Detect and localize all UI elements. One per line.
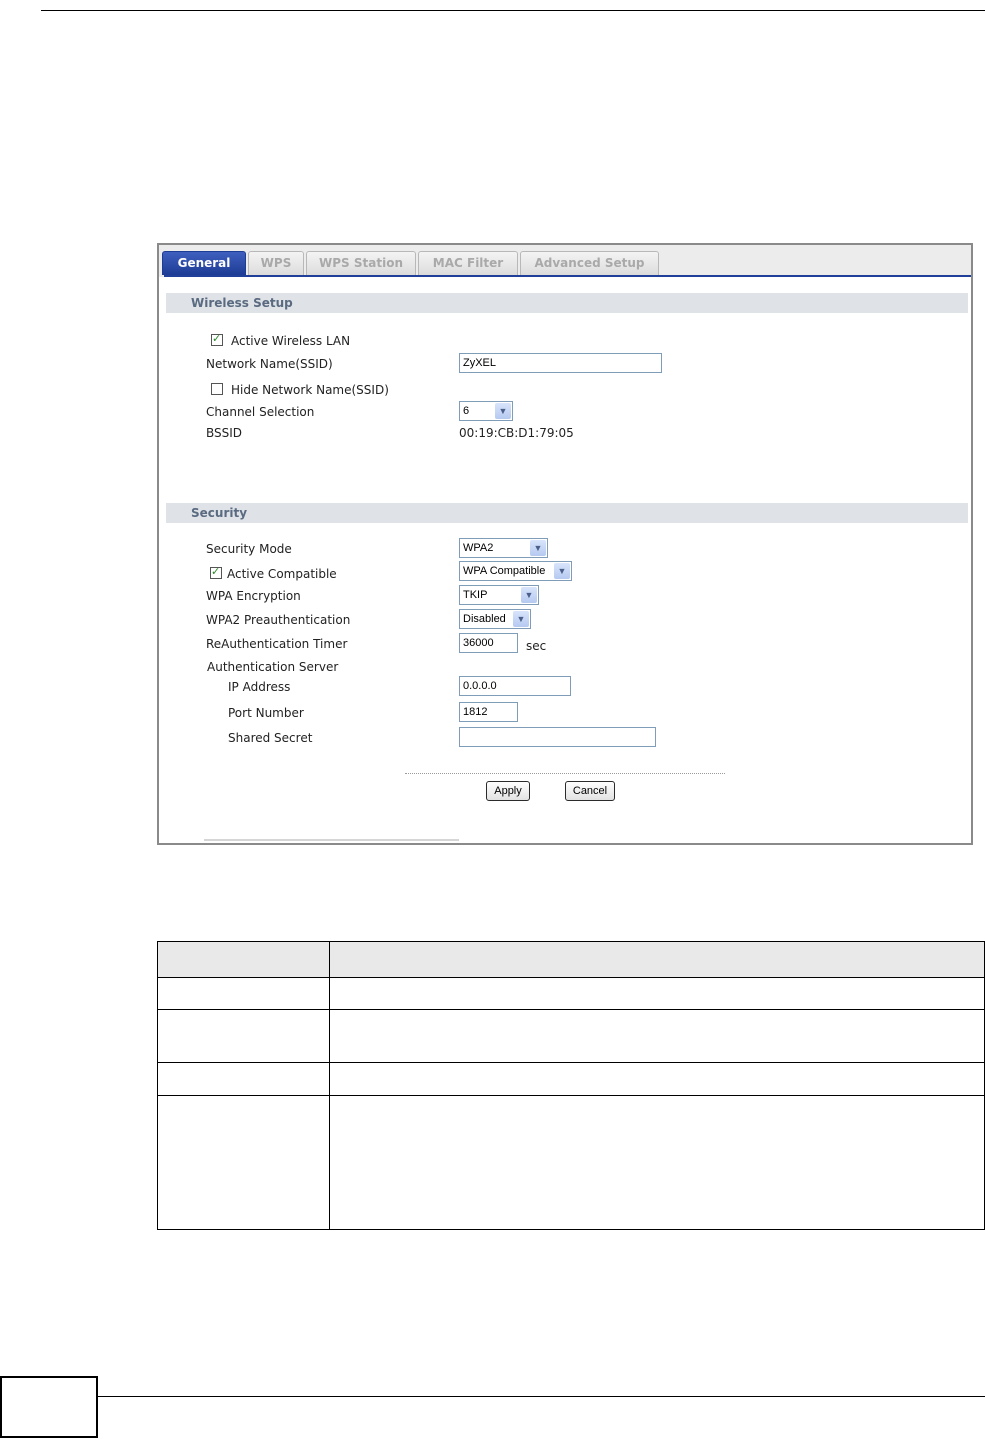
- channel-select[interactable]: 6 ▼: [459, 401, 513, 421]
- channel-value: 6: [463, 405, 470, 417]
- active-compatible-label: Active Compatible: [227, 567, 337, 581]
- button-divider: [405, 773, 725, 774]
- table-cell: [329, 1009, 985, 1063]
- reauth-timer-label: ReAuthentication Timer: [206, 637, 348, 651]
- port-number-input[interactable]: 1812: [459, 702, 518, 722]
- table-row: [157, 1062, 985, 1096]
- table-header-cell: [157, 941, 330, 978]
- tab-mac-filter[interactable]: MAC Filter: [418, 251, 518, 275]
- chevron-down-icon: ▼: [554, 563, 570, 579]
- tab-advanced-setup[interactable]: Advanced Setup: [520, 251, 659, 275]
- page-top-rule: [41, 10, 985, 11]
- table-row: [157, 1009, 985, 1063]
- tab-wps-station[interactable]: WPS Station: [306, 251, 416, 275]
- table-header-cell: [329, 941, 985, 978]
- chevron-down-icon: ▼: [513, 611, 529, 627]
- hide-ssid-label: Hide Network Name(SSID): [231, 383, 389, 397]
- table-cell: [157, 977, 330, 1010]
- hide-ssid-checkbox[interactable]: [211, 383, 223, 395]
- security-header: Security: [166, 503, 968, 523]
- wpa-encryption-label: WPA Encryption: [206, 589, 301, 603]
- wpa2-preauth-value: Disabled: [463, 613, 506, 625]
- table-cell: [329, 1062, 985, 1096]
- reauth-unit: sec: [526, 639, 547, 653]
- wpa-encryption-select[interactable]: TKIP ▼: [459, 585, 539, 605]
- wireless-general-screen: General WPS WPS Station MAC Filter Advan…: [157, 243, 973, 845]
- active-compatible-checkbox[interactable]: [210, 565, 222, 579]
- table-cell: [157, 1062, 330, 1096]
- tab-bar-underline: [164, 275, 971, 277]
- active-wireless-lan-checkbox[interactable]: [211, 332, 223, 346]
- table-cell: [329, 1095, 985, 1230]
- channel-selection-label: Channel Selection: [206, 405, 315, 419]
- bssid-value: 00:19:CB:D1:79:05: [459, 426, 574, 440]
- auth-server-label: Authentication Server: [207, 660, 339, 674]
- footer-rule: [98, 1396, 985, 1397]
- table-row: [157, 977, 985, 1010]
- description-table: [157, 941, 985, 1230]
- table-cell: [329, 977, 985, 1010]
- chevron-down-icon: ▼: [530, 540, 546, 556]
- security-mode-label: Security Mode: [206, 542, 292, 556]
- compatible-value: WPA Compatible: [463, 565, 546, 577]
- wpa2-preauth-select[interactable]: Disabled ▼: [459, 609, 531, 629]
- table-cell: [157, 1095, 330, 1230]
- table-row: [157, 1095, 985, 1230]
- bottom-strip: [204, 839, 459, 841]
- ssid-label: Network Name(SSID): [206, 357, 333, 371]
- tab-general[interactable]: General: [162, 251, 246, 275]
- security-mode-select[interactable]: WPA2 ▼: [459, 538, 548, 558]
- ssid-input[interactable]: ZyXEL: [459, 353, 662, 373]
- port-number-label: Port Number: [228, 706, 304, 720]
- tab-wps[interactable]: WPS: [248, 251, 304, 275]
- reauth-timer-input[interactable]: 36000: [459, 633, 518, 653]
- active-wireless-lan-label: Active Wireless LAN: [231, 334, 351, 348]
- shared-secret-input[interactable]: [459, 727, 656, 747]
- apply-button[interactable]: Apply: [486, 781, 530, 801]
- ip-address-input[interactable]: 0.0.0.0: [459, 676, 571, 696]
- wpa-encryption-value: TKIP: [463, 589, 488, 601]
- wpa2-preauth-label: WPA2 Preauthentication: [206, 613, 351, 627]
- bssid-label: BSSID: [206, 426, 243, 440]
- cancel-button[interactable]: Cancel: [565, 781, 615, 801]
- page-number-box: [0, 1376, 98, 1438]
- ip-address-label: IP Address: [228, 680, 291, 694]
- table-cell: [157, 1009, 330, 1063]
- security-mode-value: WPA2: [463, 542, 494, 554]
- table-header-row: [157, 941, 985, 978]
- tab-bar: General WPS WPS Station MAC Filter Advan…: [159, 245, 971, 277]
- chevron-down-icon: ▼: [495, 403, 511, 419]
- chevron-down-icon: ▼: [521, 587, 537, 603]
- shared-secret-label: Shared Secret: [228, 731, 313, 745]
- compatible-select[interactable]: WPA Compatible ▼: [459, 561, 572, 581]
- wireless-setup-header: Wireless Setup: [166, 293, 968, 313]
